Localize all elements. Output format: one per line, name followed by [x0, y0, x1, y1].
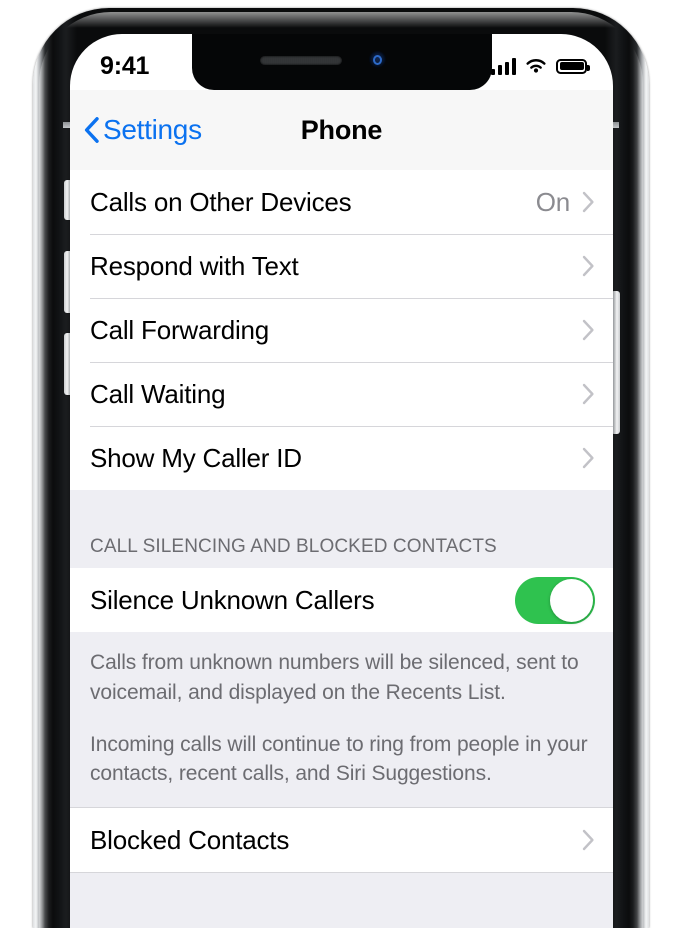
- chevron-right-icon: [582, 830, 594, 851]
- row-label: Respond with Text: [90, 250, 299, 281]
- status-time: 9:41: [100, 51, 150, 80]
- row-respond-with-text[interactable]: Respond with Text: [70, 234, 613, 298]
- phone-device-frame: 9:41 Settings Phone Calls on Other Devic…: [33, 8, 649, 928]
- back-button-label: Settings: [103, 114, 202, 145]
- row-call-forwarding[interactable]: Call Forwarding: [70, 298, 613, 362]
- bottom-spacer: [70, 873, 613, 902]
- row-blocked-contacts[interactable]: Blocked Contacts: [70, 808, 613, 873]
- description-paragraph-2: Incoming calls will continue to ring fro…: [90, 732, 588, 786]
- row-calls-on-other-devices[interactable]: Calls on Other Devices On: [70, 170, 613, 234]
- chevron-right-icon: [582, 319, 594, 341]
- description-paragraph-1: Calls from unknown numbers will be silen…: [90, 651, 579, 704]
- chevron-right-icon: [582, 447, 594, 469]
- silence-unknown-callers-group: Silence Unknown Callers: [70, 568, 613, 632]
- chevron-left-icon: [84, 117, 99, 143]
- front-camera-icon: [368, 51, 386, 68]
- battery-fill: [559, 62, 584, 70]
- phone-screen: 9:41 Settings Phone Calls on Other Devic…: [70, 34, 613, 928]
- wifi-icon: [524, 57, 548, 75]
- row-label: Blocked Contacts: [90, 824, 290, 855]
- call-settings-group: Calls on Other Devices On Respond with T…: [70, 170, 613, 490]
- chevron-right-icon: [582, 191, 594, 213]
- row-value: On: [535, 186, 570, 217]
- status-indicators: [490, 57, 590, 75]
- back-button-settings[interactable]: Settings: [84, 114, 202, 146]
- cellular-signal-icon: [490, 57, 516, 75]
- section-header-call-silencing: CALL SILENCING AND BLOCKED CONTACTS: [90, 536, 497, 557]
- chevron-right-icon: [582, 383, 594, 405]
- earpiece-speaker-icon: [259, 56, 342, 65]
- row-label: Call Forwarding: [90, 314, 270, 345]
- battery-full-icon: [556, 58, 590, 74]
- blocked-contacts-group: Blocked Contacts: [70, 807, 613, 874]
- row-label: Calls on Other Devices: [90, 186, 352, 217]
- row-call-waiting[interactable]: Call Waiting: [70, 362, 613, 426]
- silence-unknown-callers-toggle[interactable]: [515, 576, 595, 624]
- silence-unknown-callers-description: Calls from unknown numbers will be silen…: [70, 632, 613, 807]
- row-label: Call Waiting: [90, 378, 226, 409]
- row-label: Show My Caller ID: [90, 442, 302, 473]
- row-show-my-caller-id[interactable]: Show My Caller ID: [70, 426, 613, 490]
- display-notch: [191, 34, 492, 90]
- chevron-right-icon: [582, 255, 594, 277]
- toggle-knob: [550, 578, 593, 622]
- row-label: Silence Unknown Callers: [90, 584, 375, 615]
- settings-content: Calls on Other Devices On Respond with T…: [70, 170, 613, 928]
- row-silence-unknown-callers[interactable]: Silence Unknown Callers: [70, 568, 613, 632]
- navigation-bar: Settings Phone: [70, 90, 613, 170]
